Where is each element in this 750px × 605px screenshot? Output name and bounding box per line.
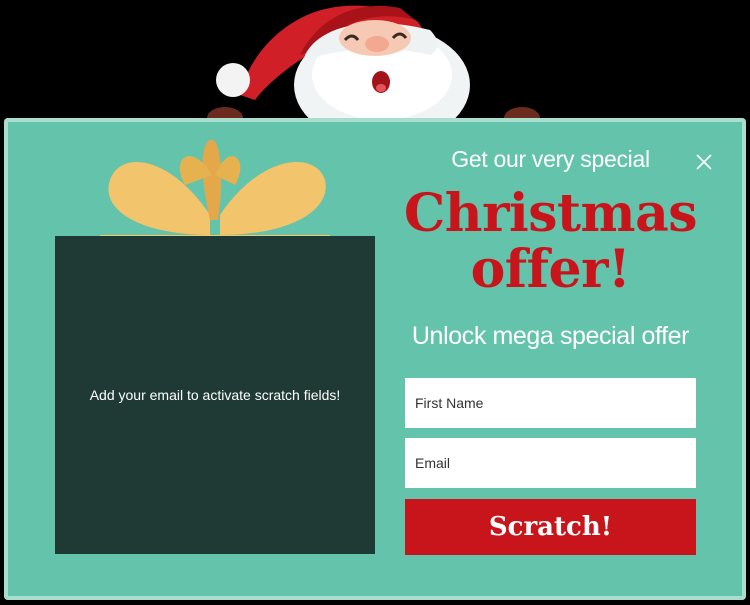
lead-text: Get our very special (451, 146, 650, 172)
first-name-field[interactable] (405, 378, 696, 428)
gift-bow-icon (100, 139, 330, 245)
scratch-button[interactable]: Scratch! (405, 499, 696, 555)
headline: Christmas offer! (403, 183, 698, 300)
subheadline: Unlock mega special offer (411, 322, 690, 350)
close-icon[interactable] (693, 151, 715, 173)
santa-illustration (207, 5, 540, 135)
scratch-field[interactable]: Add your email to activate scratch field… (55, 236, 375, 554)
scratch-hint: Add your email to activate scratch field… (89, 387, 341, 403)
email-field[interactable] (405, 438, 696, 488)
